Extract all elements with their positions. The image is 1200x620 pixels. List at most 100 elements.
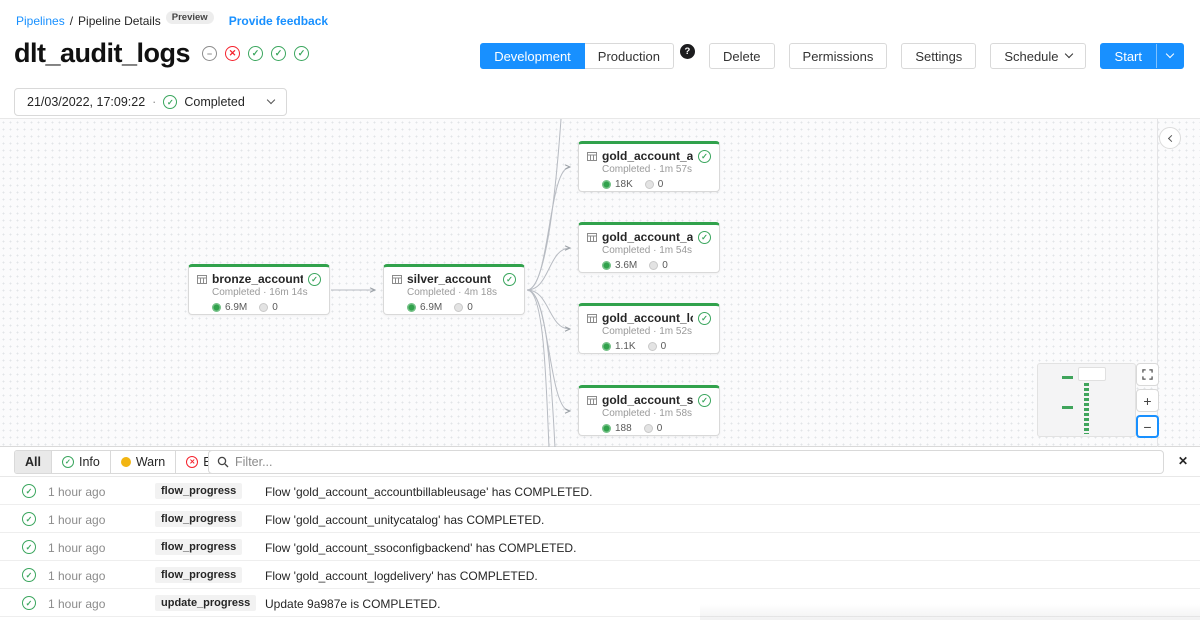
breadcrumb-pipelines-link[interactable]: Pipelines	[16, 14, 65, 28]
records-written: 6.9M	[420, 302, 442, 313]
chevron-down-icon	[1166, 50, 1174, 58]
node-name: gold_account_ac...	[602, 149, 693, 163]
header-actions: Development Production ? Delete Permissi…	[480, 43, 1184, 69]
records-written: 6.9M	[225, 302, 247, 313]
log-row-time: 1 hour ago	[48, 597, 105, 611]
records-written-icon	[212, 303, 221, 312]
search-icon	[217, 456, 229, 468]
records-written: 3.6M	[615, 260, 637, 271]
records-written-icon	[602, 180, 611, 189]
run-status: Completed	[184, 95, 244, 109]
node-name: gold_account_ac...	[602, 230, 693, 244]
table-icon	[392, 275, 402, 284]
table-icon	[587, 314, 597, 323]
start-split-button[interactable]: Start	[1100, 43, 1184, 69]
filter-input[interactable]	[235, 455, 1155, 469]
schedule-button-label: Schedule	[1004, 49, 1058, 64]
log-row[interactable]: ✓ 1 hour ago flow_progress Flow 'gold_ac…	[0, 477, 1200, 505]
log-row-event-type: flow_progress	[155, 539, 242, 555]
node-status-line: Completed · 1m 54s	[587, 245, 711, 256]
tab-warn-label: Warn	[136, 455, 165, 469]
run-selector-dropdown[interactable]: 21/03/2022, 17:09:22 · ✓ Completed	[14, 88, 287, 116]
log-row-event-type: flow_progress	[155, 511, 242, 527]
log-row-time: 1 hour ago	[48, 513, 105, 527]
zoom-in-button[interactable]: +	[1136, 389, 1159, 412]
table-icon	[587, 152, 597, 161]
success-circle-icon: ✓	[22, 540, 36, 554]
records-dropped-icon	[644, 424, 653, 433]
success-circle-icon: ✓	[22, 568, 36, 582]
success-circle-icon: ✓	[22, 484, 36, 498]
collapse-panel-button[interactable]	[1159, 127, 1181, 149]
success-circle-icon: ✓	[22, 512, 36, 526]
fit-to-screen-button[interactable]	[1136, 363, 1159, 386]
log-row-event-type: flow_progress	[155, 483, 242, 499]
breadcrumb: Pipelines / Pipeline Details Preview Pro…	[16, 14, 328, 28]
table-icon	[587, 233, 597, 242]
tab-info[interactable]: ✓ Info	[51, 451, 110, 473]
graph-zoom-controls: + −	[1136, 363, 1159, 438]
breadcrumb-separator: /	[70, 14, 73, 28]
node-name: gold_account_log...	[602, 311, 693, 325]
event-log-panel: All ✓ Info Warn ✕ Error ✕ ✓ 1	[0, 447, 1200, 620]
table-icon	[587, 396, 597, 405]
log-row-message: Flow 'gold_account_unitycatalog' has COM…	[265, 513, 544, 527]
start-dropdown-toggle[interactable]	[1157, 53, 1183, 59]
error-circle-icon: ✕	[186, 456, 198, 468]
dag-canvas[interactable]: bronze_account ✓ Completed · 16m 14s 6.9…	[0, 118, 1200, 447]
node-name: bronze_account	[212, 272, 303, 286]
records-dropped: 0	[657, 423, 663, 434]
success-circle-icon: ✓	[62, 456, 74, 468]
success-circle-icon: ✓	[698, 394, 711, 407]
start-button-label[interactable]: Start	[1101, 49, 1156, 64]
fit-screen-icon	[1142, 369, 1153, 380]
stopped-circle-icon: −	[202, 46, 217, 61]
records-dropped: 0	[661, 341, 667, 352]
tab-warn[interactable]: Warn	[110, 451, 175, 473]
tab-all[interactable]: All	[15, 451, 51, 473]
log-row[interactable]: ✓ 1 hour ago flow_progress Flow 'gold_ac…	[0, 505, 1200, 533]
event-log-filter-bar: All ✓ Info Warn ✕ Error ✕	[0, 447, 1200, 477]
provide-feedback-link[interactable]: Provide feedback	[229, 14, 328, 28]
success-circle-icon: ✓	[698, 150, 711, 163]
dot-separator: ·	[152, 95, 156, 109]
records-dropped-icon	[648, 342, 657, 351]
settings-button[interactable]: Settings	[901, 43, 976, 69]
log-row-event-type: flow_progress	[155, 567, 242, 583]
node-name: silver_account	[407, 272, 498, 286]
records-dropped-icon	[454, 303, 463, 312]
production-mode-button[interactable]: Production	[585, 43, 674, 69]
records-written-icon	[602, 424, 611, 433]
title-row: dlt_audit_logs − ✕ ✓ ✓ ✓	[14, 38, 309, 69]
dag-node-bronze-account[interactable]: bronze_account ✓ Completed · 16m 14s 6.9…	[188, 264, 330, 315]
log-row-message: Flow 'gold_account_accountbillableusage'…	[265, 485, 592, 499]
zoom-out-button[interactable]: −	[1136, 415, 1159, 438]
node-status-line: Completed · 16m 14s	[197, 287, 321, 298]
records-written-icon	[602, 342, 611, 351]
delete-button[interactable]: Delete	[709, 43, 775, 69]
chevron-left-icon	[1168, 134, 1175, 141]
dag-node-gold-account-1[interactable]: gold_account_ac... ✓ Completed · 1m 57s …	[578, 141, 720, 192]
records-written-icon	[602, 261, 611, 270]
dag-minimap[interactable]	[1037, 363, 1136, 437]
minimap-viewport[interactable]	[1078, 367, 1106, 381]
records-dropped-icon	[259, 303, 268, 312]
records-written: 188	[615, 423, 632, 434]
records-dropped-icon	[645, 180, 654, 189]
run-timestamp: 21/03/2022, 17:09:22	[27, 95, 145, 109]
records-dropped: 0	[658, 179, 664, 190]
development-mode-button[interactable]: Development	[480, 43, 585, 69]
schedule-button[interactable]: Schedule	[990, 43, 1085, 69]
log-row[interactable]: ✓ 1 hour ago update_progress Update 9a98…	[0, 589, 1200, 617]
log-row[interactable]: ✓ 1 hour ago flow_progress Flow 'gold_ac…	[0, 533, 1200, 561]
dag-node-silver-account[interactable]: silver_account ✓ Completed · 4m 18s 6.9M…	[383, 264, 525, 315]
log-row[interactable]: ✓ 1 hour ago flow_progress Flow 'gold_ac…	[0, 561, 1200, 589]
close-log-icon[interactable]: ✕	[1178, 454, 1188, 468]
dag-node-gold-account-sso[interactable]: gold_account_ss... ✓ Completed · 1m 58s …	[578, 385, 720, 436]
dag-node-gold-account-log[interactable]: gold_account_log... ✓ Completed · 1m 52s…	[578, 303, 720, 354]
dag-node-gold-account-2[interactable]: gold_account_ac... ✓ Completed · 1m 54s …	[578, 222, 720, 273]
success-circle-icon: ✓	[271, 46, 286, 61]
help-icon[interactable]: ?	[680, 44, 695, 59]
permissions-button[interactable]: Permissions	[789, 43, 888, 69]
filter-input-wrap	[208, 450, 1164, 474]
